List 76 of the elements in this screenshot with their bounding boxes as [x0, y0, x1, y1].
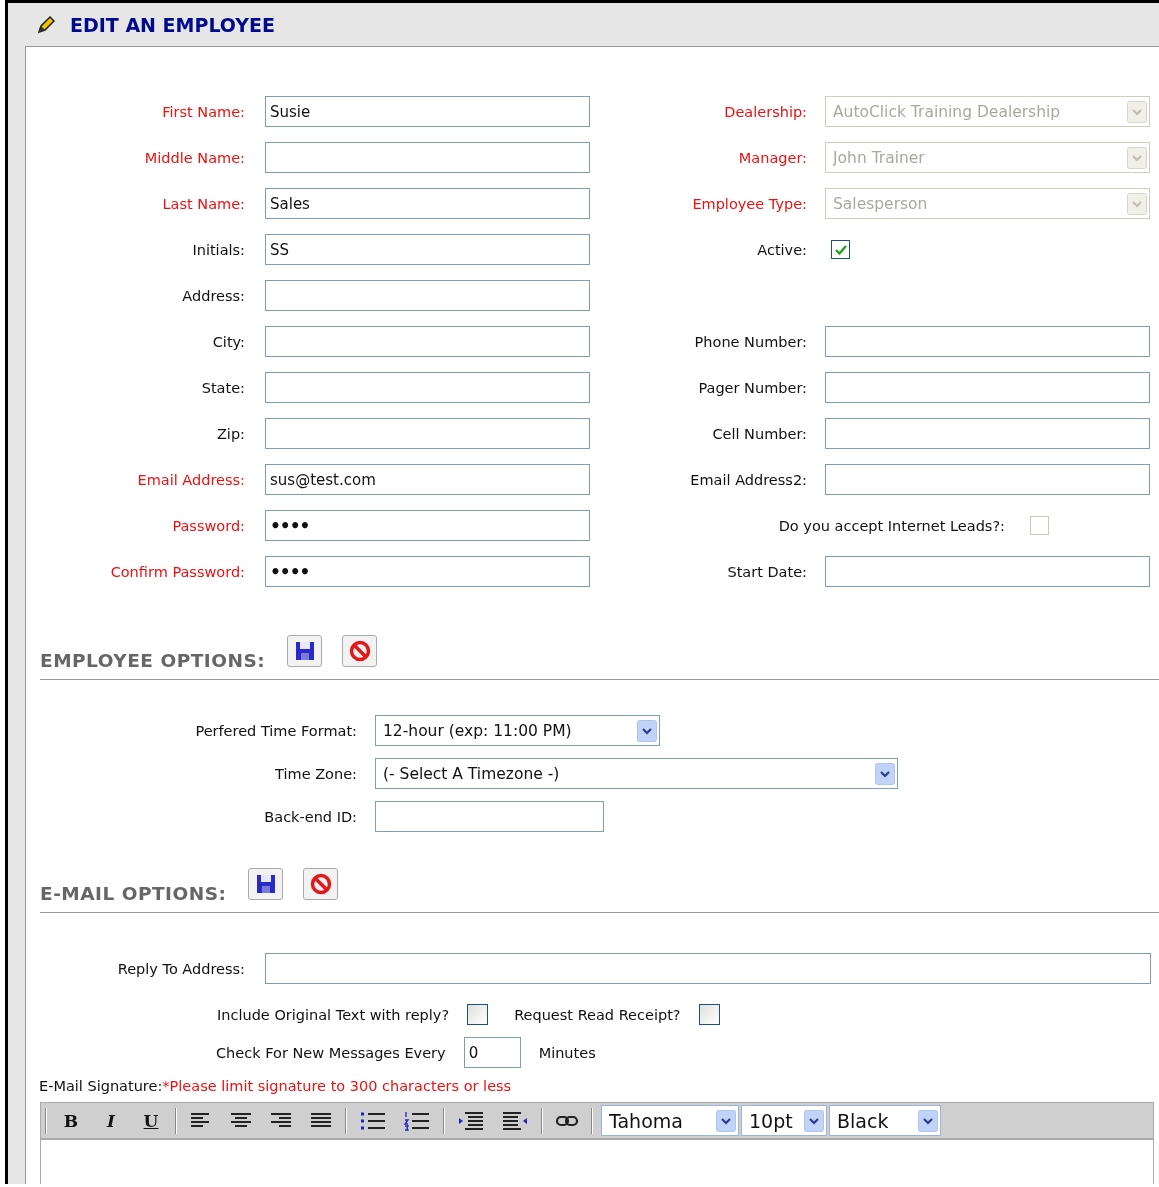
- chevron-down-icon[interactable]: [875, 762, 895, 785]
- number-field[interactable]: 0: [463, 1037, 521, 1068]
- text-field[interactable]: [825, 372, 1150, 403]
- format-button[interactable]: I: [95, 1106, 127, 1135]
- text-field[interactable]: [825, 556, 1150, 587]
- chevron-down-icon[interactable]: [637, 719, 657, 742]
- text-field[interactable]: [265, 280, 590, 311]
- page-title: EDIT AN EMPLOYEE: [70, 13, 276, 36]
- password-field[interactable]: ••••: [265, 510, 590, 541]
- field-label: Email Address:: [136, 471, 245, 488]
- text-field[interactable]: [825, 326, 1150, 357]
- field-label: Middle Name:: [143, 149, 245, 166]
- field-label: Active:: [756, 241, 807, 258]
- format-button[interactable]: U: [135, 1106, 167, 1135]
- field-label: Time Zone:: [274, 765, 357, 782]
- chevron-down-icon[interactable]: [804, 1109, 824, 1132]
- text-field[interactable]: [265, 418, 590, 449]
- cancel-button[interactable]: [303, 868, 339, 900]
- bullet-list-icon[interactable]: [359, 1110, 387, 1131]
- checkbox[interactable]: [831, 240, 850, 259]
- cancel-button[interactable]: [342, 635, 378, 667]
- field-label: Back-end ID:: [263, 808, 357, 825]
- checkbox-label: Include Original Text with reply?: [217, 1006, 450, 1023]
- field-label: Manager:: [737, 149, 807, 166]
- checkbox[interactable]: [467, 1004, 489, 1025]
- field-label: Password:: [171, 517, 245, 534]
- field-label: State:: [200, 379, 245, 396]
- text-field[interactable]: [265, 142, 590, 173]
- text-field[interactable]: sus@test.com: [265, 464, 590, 495]
- section-title: EMPLOYEE OPTIONS:: [40, 650, 266, 671]
- field-label: Confirm Password:: [109, 563, 245, 580]
- field-label: Email Address2:: [689, 471, 807, 488]
- field-label: Initials:: [191, 241, 245, 258]
- numbered-list-icon[interactable]: [403, 1110, 431, 1131]
- field-label: City:: [211, 333, 245, 350]
- outdent-icon[interactable]: [501, 1110, 529, 1131]
- text-field[interactable]: Susie: [265, 96, 590, 127]
- text-field[interactable]: [265, 326, 590, 357]
- color-dropdown[interactable]: Black: [829, 1105, 941, 1136]
- password-field[interactable]: ••••: [265, 556, 590, 587]
- field-label: Dealership:: [723, 103, 807, 120]
- dropdown[interactable]: 12-hour (exp: 11:00 PM): [375, 715, 660, 746]
- field-label: First Name:: [161, 103, 245, 120]
- text-field[interactable]: [265, 953, 1151, 984]
- field-label: Address:: [181, 287, 245, 304]
- field-label: Pager Number:: [697, 379, 807, 396]
- field-label: Cell Number:: [711, 425, 807, 442]
- field-label: Phone Number:: [693, 333, 807, 350]
- field-label: Zip:: [215, 425, 245, 442]
- unit-label: Minutes: [538, 1044, 596, 1061]
- field-label: Last Name:: [161, 195, 245, 212]
- text-field[interactable]: [375, 801, 604, 832]
- format-button[interactable]: B: [55, 1106, 87, 1135]
- checkbox[interactable]: [698, 1004, 720, 1025]
- text-field[interactable]: SS: [265, 234, 590, 265]
- section-title: E-MAIL OPTIONS:: [40, 883, 227, 904]
- checkbox-label: Request Read Receipt?: [514, 1006, 681, 1023]
- text-field[interactable]: Sales: [265, 188, 590, 219]
- field-label: Check For New Messages Every: [216, 1044, 446, 1061]
- font-dropdown[interactable]: Tahoma: [601, 1105, 739, 1136]
- indent-icon[interactable]: [457, 1110, 485, 1131]
- chevron-down-icon[interactable]: [716, 1109, 736, 1132]
- field-label: Reply To Address:: [116, 960, 245, 977]
- text-field[interactable]: [265, 372, 590, 403]
- size-dropdown[interactable]: 10pt: [741, 1105, 827, 1136]
- text-field[interactable]: [825, 418, 1150, 449]
- chevron-down-icon[interactable]: [918, 1109, 938, 1132]
- field-label: Employee Type:: [691, 195, 807, 212]
- field-label: Perfered Time Format:: [194, 722, 357, 739]
- text-field[interactable]: [825, 464, 1150, 495]
- field-label: E-Mail Signature:: [39, 1078, 163, 1094]
- signature-note: *Please limit signature to 300 characters or less: [162, 1078, 512, 1094]
- field-label: Start Date:: [726, 563, 807, 580]
- dropdown[interactable]: (- Select A Timezone -): [375, 758, 898, 789]
- field-label: Do you accept Internet Leads?:: [778, 517, 1005, 534]
- pencil-icon: [36, 14, 56, 35]
